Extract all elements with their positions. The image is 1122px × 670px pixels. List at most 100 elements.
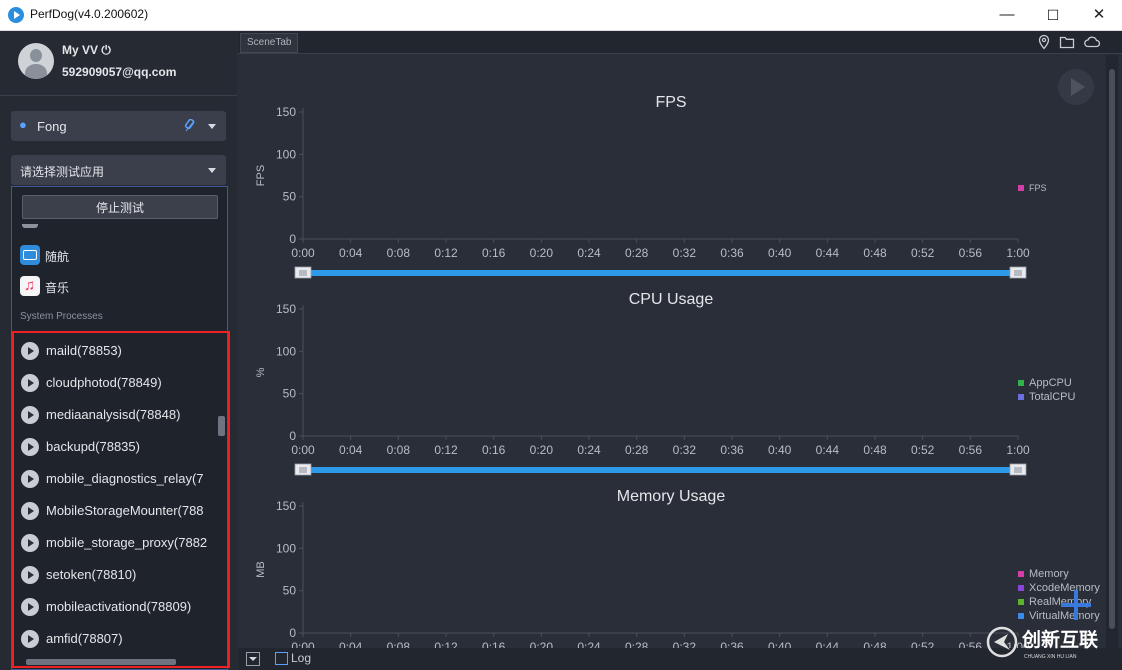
log-label: Log	[291, 651, 312, 665]
x-tick-label: 0:04	[339, 443, 363, 457]
y-axis-label: MB	[255, 561, 267, 578]
time-range-slider	[303, 467, 1018, 473]
x-tick-label: 0:28	[625, 443, 649, 457]
y-tick-label: 50	[283, 584, 297, 598]
legend-swatch	[1018, 394, 1024, 400]
chart-title: Memory Usage	[617, 488, 726, 505]
legend-swatch	[1018, 585, 1024, 591]
add-icon[interactable]	[1058, 587, 1094, 623]
y-tick-label: 100	[276, 147, 296, 161]
stop-test-button[interactable]: 停止测试	[22, 195, 218, 219]
highlight-box	[12, 331, 230, 668]
tab-scenetab[interactable]: SceneTab	[240, 33, 299, 53]
x-tick-label: 0:12	[434, 246, 458, 260]
folder-icon[interactable]	[1059, 34, 1075, 50]
title-bar: PerfDog(v4.0.200602) — ☐ ✕	[0, 0, 1122, 31]
list-item-app[interactable]: 随航	[20, 241, 210, 269]
x-tick-label: 1:00	[1006, 443, 1030, 457]
legend-swatch	[1018, 613, 1024, 619]
y-tick-label: 100	[276, 344, 296, 358]
brand-watermark: 创新互联 CHUANG XIN HU LIAN	[986, 626, 1098, 660]
x-tick-label: 0:24	[577, 443, 601, 457]
slider-handle	[1009, 463, 1027, 476]
y-tick-label: 0	[289, 232, 296, 246]
x-tick-label: 0:28	[625, 246, 649, 260]
x-tick-label: 0:52	[911, 443, 935, 457]
y-tick-label: 150	[276, 302, 296, 316]
slider-handle	[294, 463, 312, 476]
minimize-button[interactable]: —	[984, 0, 1030, 30]
log-checkbox[interactable]	[275, 652, 288, 665]
avatar[interactable]	[18, 43, 54, 79]
list-item-app[interactable]: ♫ 音乐	[20, 272, 210, 300]
app-select[interactable]: 请选择测试应用	[11, 155, 226, 185]
x-tick-label: 0:20	[530, 443, 554, 457]
device-name: Fong	[37, 119, 67, 134]
maximize-button[interactable]: ☐	[1030, 0, 1076, 30]
charts-area: FPSFPS1501005000:00 0:04 0:08 0:12 0:16 0:20 0…	[255, 94, 1100, 651]
legend-label: AppCPU	[1029, 377, 1072, 389]
x-tick-label: 0:40	[768, 246, 792, 260]
x-tick-label: 0:36	[720, 246, 744, 260]
x-tick-label: 0:16	[482, 246, 506, 260]
x-tick-label: 0:36	[720, 443, 744, 457]
window-title: PerfDog(v4.0.200602)	[30, 7, 149, 21]
x-tick-label: 0:00	[291, 443, 315, 457]
device-select[interactable]: ● Fong	[11, 111, 226, 141]
legend-label: TotalCPU	[1029, 391, 1076, 403]
connection-icon[interactable]	[183, 119, 197, 133]
y-axis-label: %	[255, 367, 267, 377]
x-tick-label: 0:04	[339, 246, 363, 260]
y-tick-label: 0	[289, 626, 296, 640]
x-tick-label: 0:24	[577, 246, 601, 260]
slider-handle	[294, 266, 312, 279]
y-tick-label: 50	[283, 190, 297, 204]
location-icon[interactable]	[1036, 34, 1052, 50]
main-area: My VV ⏻ 592909057@qq.com ● Fong 请选择测试应用 …	[0, 31, 1122, 670]
x-tick-label: 0:32	[673, 246, 697, 260]
x-tick-label: 1:00	[1006, 246, 1030, 260]
y-tick-label: 150	[276, 105, 296, 119]
legend-swatch	[1018, 380, 1024, 386]
tab-bar: SceneTab	[238, 31, 1122, 54]
slider-handle	[1009, 266, 1027, 279]
charts-vertical-scrollbar[interactable]	[1106, 55, 1118, 651]
x-tick-label: 0:48	[863, 443, 887, 457]
cloud-icon[interactable]	[1083, 34, 1101, 50]
scrollbar-thumb[interactable]	[1109, 69, 1115, 629]
legend-swatch	[1018, 599, 1024, 605]
legend-swatch	[1018, 571, 1024, 577]
x-tick-label: 0:44	[816, 246, 840, 260]
divider	[0, 95, 237, 96]
user-email: 592909057@qq.com	[62, 65, 177, 79]
play-button[interactable]	[1056, 67, 1096, 107]
sidebar: My VV ⏻ 592909057@qq.com ● Fong 请选择测试应用 …	[0, 31, 237, 670]
x-tick-label: 0:20	[530, 246, 554, 260]
app-label: 音乐	[45, 281, 70, 295]
app-label: 随航	[45, 250, 70, 264]
chart-title: CPU Usage	[629, 291, 714, 308]
chart-title: FPS	[655, 94, 686, 111]
music-app-icon: ♫	[20, 276, 40, 296]
x-tick-label: 0:12	[434, 443, 458, 457]
x-tick-label: 0:16	[482, 443, 506, 457]
user-name[interactable]: My VV ⏻	[62, 43, 111, 58]
x-tick-label: 0:44	[816, 443, 840, 457]
y-tick-label: 100	[276, 541, 296, 555]
x-tick-label: 0:48	[863, 246, 887, 260]
y-tick-label: 0	[289, 429, 296, 443]
x-tick-label: 0:08	[387, 246, 411, 260]
chevron-down-icon[interactable]	[208, 124, 216, 129]
app-select-placeholder: 请选择测试应用	[20, 165, 105, 179]
x-tick-label: 0:32	[673, 443, 697, 457]
apple-icon: ●	[19, 117, 27, 132]
close-button[interactable]: ✕	[1076, 0, 1122, 30]
watermark-sub: CHUANG XIN HU LIAN	[1024, 654, 1077, 660]
system-processes-heading: System Processes	[20, 311, 103, 322]
y-tick-label: 150	[276, 499, 296, 513]
x-tick-label: 0:40	[768, 443, 792, 457]
partial-list-item	[20, 224, 210, 230]
expand-toggle[interactable]	[246, 652, 260, 666]
x-tick-label: 0:00	[291, 246, 315, 260]
chevron-down-icon[interactable]	[208, 168, 216, 173]
